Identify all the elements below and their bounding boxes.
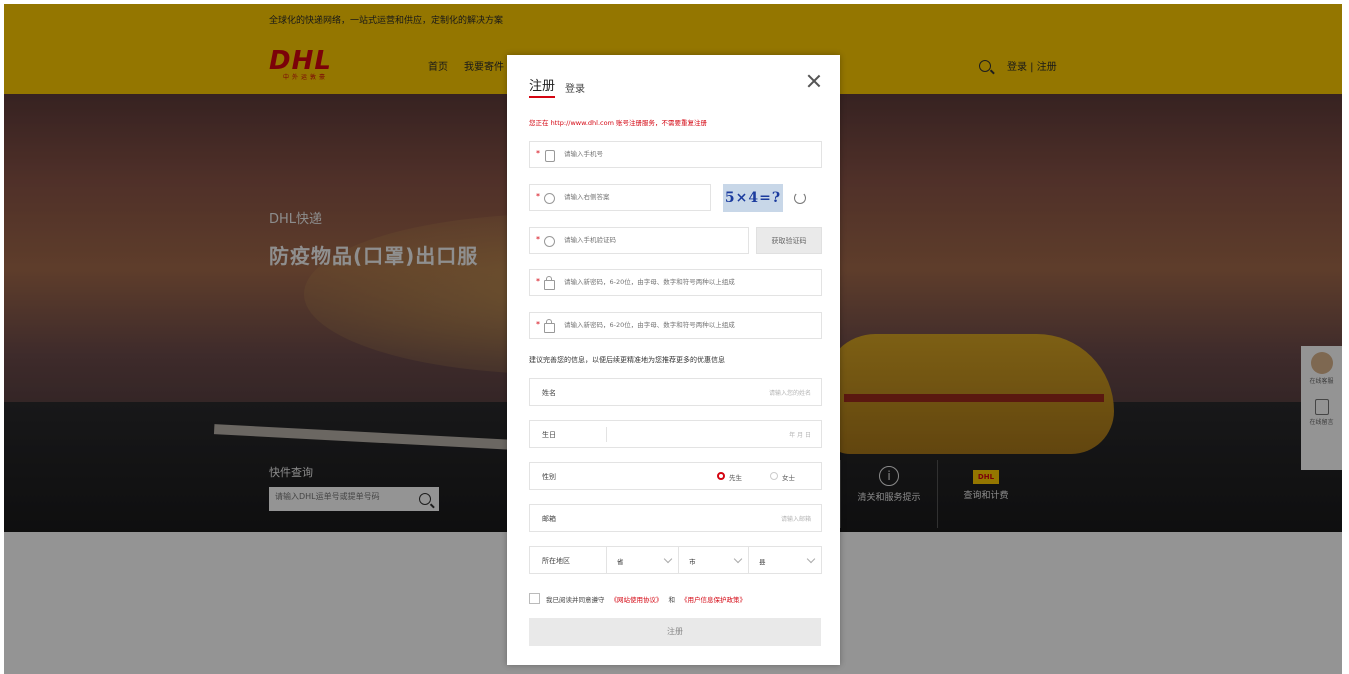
- birthday-label: 生日: [542, 431, 556, 439]
- chevron-down-icon: [663, 554, 673, 564]
- agree-checkbox[interactable]: [529, 593, 540, 604]
- agree-text: 我已阅读并同意遵守: [546, 595, 605, 604]
- required-mark: *: [536, 235, 540, 244]
- register-notice: 您正在 http://www.dhl.com 账号注册服务，不需要重复注册: [529, 119, 707, 127]
- birthday-placeholder: 年 月 日: [789, 432, 811, 439]
- profile-tip: 建议完善您的信息，以便后续更精准地为您推荐更多的优惠信息: [529, 356, 725, 364]
- refresh-icon[interactable]: [794, 192, 806, 204]
- sms-code-input[interactable]: [564, 236, 744, 244]
- city-select[interactable]: 市: [678, 547, 749, 573]
- county-value: 县: [759, 558, 766, 566]
- tab-login[interactable]: 登录: [565, 80, 585, 98]
- agree-and: 和: [668, 595, 676, 604]
- confirm-password-input[interactable]: [564, 321, 804, 329]
- register-modal: 注册 登录 您正在 http://www.dhl.com 账号注册服务，不需要重…: [507, 55, 840, 665]
- chevron-down-icon: [806, 554, 816, 564]
- divider: [606, 427, 607, 442]
- lock-icon: [544, 276, 555, 290]
- required-mark: *: [536, 277, 540, 286]
- gender-female-radio[interactable]: [770, 472, 778, 480]
- required-mark: *: [536, 192, 540, 201]
- required-mark: *: [536, 320, 540, 329]
- close-icon[interactable]: [806, 73, 822, 89]
- gender-male-radio[interactable]: [717, 472, 725, 480]
- captcha-input[interactable]: [564, 193, 704, 201]
- gender-label: 性别: [542, 473, 556, 481]
- sms-code-field: *: [529, 227, 749, 254]
- province-value: 省: [617, 558, 624, 566]
- phone-input[interactable]: [564, 150, 804, 158]
- name-row[interactable]: 姓名 请输入您的姓名: [529, 378, 822, 406]
- province-select[interactable]: 省: [606, 547, 679, 573]
- get-sms-code-button[interactable]: 获取验证码: [756, 227, 822, 254]
- name-placeholder: 请输入您的姓名: [768, 390, 811, 397]
- birthday-row[interactable]: 生日 年 月 日: [529, 420, 822, 448]
- required-mark: *: [536, 149, 540, 158]
- password-field: *: [529, 269, 822, 296]
- phone-field: *: [529, 141, 822, 168]
- agreement: 我已阅读并同意遵守 《网站使用协议》 和 《用户信息保护政策》: [529, 593, 746, 604]
- gender-male-label[interactable]: 先生: [729, 472, 742, 482]
- phone-icon: [545, 150, 555, 162]
- password-input[interactable]: [564, 278, 804, 286]
- shield-icon: [544, 236, 555, 247]
- county-select[interactable]: 县: [748, 547, 822, 573]
- confirm-password-field: *: [529, 312, 822, 339]
- terms-link[interactable]: 《网站使用协议》: [611, 594, 663, 604]
- modal-tabs: 注册 登录: [529, 75, 585, 98]
- captcha-image[interactable]: 5×4=?: [723, 184, 783, 212]
- gender-row: 性别 先生 女士: [529, 462, 822, 490]
- lock-icon: [544, 319, 555, 333]
- region-row: 所在地区 省 市 县: [529, 546, 822, 574]
- privacy-link[interactable]: 《用户信息保护政策》: [681, 594, 746, 604]
- tab-register[interactable]: 注册: [529, 75, 556, 98]
- region-label: 所在地区: [542, 557, 570, 565]
- name-label: 姓名: [542, 389, 556, 397]
- email-placeholder: 请输入邮箱: [780, 516, 811, 523]
- captcha-field: *: [529, 184, 711, 211]
- gender-female-label[interactable]: 女士: [782, 472, 795, 482]
- shield-icon: [544, 193, 555, 204]
- email-row[interactable]: 邮箱 请输入邮箱: [529, 504, 822, 532]
- chevron-down-icon: [733, 554, 743, 564]
- page: 全球化的快递网络，一站式运营和供应，定制化的解决方案 DHL 中外运敦豪 首页 …: [4, 4, 1342, 674]
- city-value: 市: [689, 558, 696, 566]
- register-submit-button[interactable]: 注册: [529, 618, 821, 646]
- email-label: 邮箱: [542, 515, 556, 523]
